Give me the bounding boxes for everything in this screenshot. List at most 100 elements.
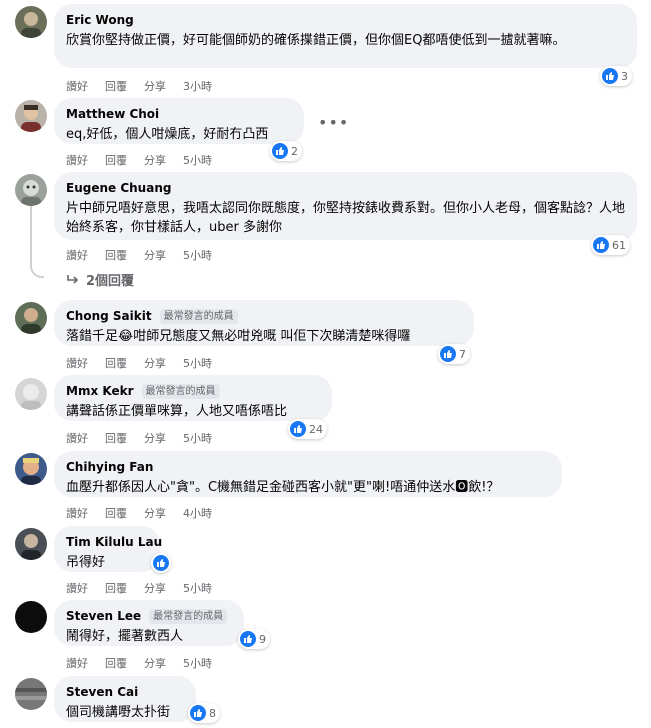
author-name[interactable]: Tim Kilulu Lau [66, 534, 162, 550]
author-name[interactable]: Matthew Choi [66, 106, 292, 122]
reaction-number: 24 [309, 422, 323, 436]
comment-text: 吊得好 [66, 555, 106, 570]
comment-actions: 讚好 回覆 分享 5小時 [66, 430, 212, 446]
reaction-number: 8 [209, 706, 216, 720]
comment-actions: 讚好 回覆 分享 5小時 [66, 247, 212, 263]
timestamp[interactable]: 5小時 [183, 655, 212, 671]
share-action[interactable]: 分享 [144, 430, 166, 446]
replies-label[interactable]: 2個回覆 [86, 270, 134, 289]
share-action[interactable]: 分享 [144, 152, 166, 168]
avatar[interactable] [15, 378, 47, 410]
timestamp[interactable]: 3小時 [183, 78, 212, 94]
comment-actions: 讚好 回覆 分享 3小時 [66, 78, 212, 94]
like-reaction-icon [440, 346, 456, 362]
comment-bubble: Tim Kilulu Lau 吊得好 [54, 526, 162, 572]
avatar[interactable] [15, 100, 47, 132]
reply-action[interactable]: 回覆 [105, 355, 127, 371]
reaction-count[interactable]: 8 [188, 703, 220, 723]
like-reaction-icon [190, 705, 206, 721]
reply-action[interactable]: 回覆 [105, 78, 127, 94]
reply-action[interactable]: 回覆 [105, 655, 127, 671]
reaction-count[interactable]: 61 [591, 235, 630, 255]
reply-action[interactable]: 回覆 [105, 505, 127, 521]
share-action[interactable]: 分享 [144, 78, 166, 94]
like-action[interactable]: 讚好 [66, 580, 88, 596]
reply-action[interactable]: 回覆 [105, 580, 127, 596]
reaction-number: 9 [259, 632, 266, 646]
reply-action[interactable]: 回覆 [105, 430, 127, 446]
timestamp[interactable]: 5小時 [183, 580, 212, 596]
top-contributor-badge: 最常發言的成員 [141, 384, 220, 399]
share-action[interactable]: 分享 [144, 580, 166, 596]
author-name[interactable]: Mmx Kekr 最常發言的成員 [66, 383, 320, 399]
avatar[interactable] [15, 453, 47, 485]
timestamp[interactable]: 5小時 [183, 355, 212, 371]
avatar[interactable] [15, 174, 47, 206]
author-name[interactable]: Chihying Fan [66, 459, 550, 475]
comment-text: eq,好低，個人咁燥底，好耐冇凸西 [66, 127, 269, 142]
reaction-count[interactable]: 7 [438, 344, 470, 364]
comment-bubble: Eric Wong 欣賞你堅持做正價，好可能個師奶的確係揲錯正價，但你個EQ都唔… [54, 4, 637, 68]
comment-text: 欣賞你堅持做正價，好可能個師奶的確係揲錯正價，但你個EQ都唔使低到一摣就著嘛。 [66, 33, 566, 48]
comment-text: 個司機講嘢太扑街 [66, 705, 171, 720]
top-contributor-badge: 最常發言的成員 [159, 309, 238, 324]
comment-bubble: Chihying Fan 血壓升都係因人心"貪"。C機無錯足金碰西客小就"更"喇… [54, 451, 562, 497]
reaction-number: 3 [621, 69, 628, 83]
comment-actions: 讚好 回覆 分享 5小時 [66, 580, 212, 596]
like-action[interactable]: 讚好 [66, 505, 88, 521]
like-action[interactable]: 讚好 [66, 655, 88, 671]
author-name[interactable]: Eugene Chuang [66, 180, 625, 196]
avatar[interactable] [15, 6, 47, 38]
comment-bubble: Matthew Choi eq,好低，個人咁燥底，好耐冇凸西 [54, 98, 304, 144]
reply-arrow-icon [67, 274, 79, 284]
timestamp[interactable]: 5小時 [183, 430, 212, 446]
author-name[interactable]: Eric Wong [66, 12, 625, 28]
reply-thread-line [30, 206, 44, 278]
reply-action[interactable]: 回覆 [105, 152, 127, 168]
reaction-count[interactable]: 24 [288, 419, 327, 439]
like-reaction-icon [593, 237, 609, 253]
reaction-number: 2 [291, 144, 298, 158]
comment-actions: 讚好 回覆 分享 5小時 [66, 152, 212, 168]
timestamp[interactable]: 4小時 [183, 505, 212, 521]
share-action[interactable]: 分享 [144, 505, 166, 521]
reaction-number: 7 [459, 347, 466, 361]
comment-bubble: Mmx Kekr 最常發言的成員 講聲話係正價單咪算，人地又唔係唔比 [54, 375, 332, 421]
reaction-number: 61 [612, 238, 626, 252]
author-name[interactable]: Chong Saikit 最常發言的成員 [66, 308, 462, 324]
reply-action[interactable]: 回覆 [105, 247, 127, 263]
author-name[interactable]: Steven Lee 最常發言的成員 [66, 608, 232, 624]
timestamp[interactable]: 5小時 [183, 247, 212, 263]
share-action[interactable]: 分享 [144, 247, 166, 263]
comment-bubble: Chong Saikit 最常發言的成員 落錯千足😂咁師兄態度又無必咁兇嘅 叫佢下… [54, 300, 474, 346]
timestamp[interactable]: 5小時 [183, 152, 212, 168]
comment-bubble: Steven Lee 最常發言的成員 鬧得好，擺著數西人 [54, 600, 244, 646]
avatar[interactable] [15, 601, 47, 633]
comment-bubble: Eugene Chuang 片中師兄唔好意思，我唔太認同你既態度，你堅持按錶收費… [54, 172, 637, 240]
top-contributor-badge: 最常發言的成員 [149, 609, 228, 624]
like-action[interactable]: 讚好 [66, 78, 88, 94]
like-reaction-icon [153, 555, 169, 571]
more-options-icon[interactable]: ••• [318, 113, 349, 132]
author-name[interactable]: Steven Cai [66, 684, 184, 700]
like-action[interactable]: 讚好 [66, 355, 88, 371]
reaction-count[interactable]: 2 [270, 141, 302, 161]
reaction-count[interactable]: 3 [600, 66, 632, 86]
like-action[interactable]: 讚好 [66, 430, 88, 446]
comment-text: 血壓升都係因人心"貪"。C機無錯足金碰西客小就"更"喇!唔通仲送水🅾飲!？ [66, 480, 500, 495]
like-action[interactable]: 讚好 [66, 247, 88, 263]
share-action[interactable]: 分享 [144, 655, 166, 671]
like-action[interactable]: 讚好 [66, 152, 88, 168]
comment-text: 落錯千足😂咁師兄態度又無必咁兇嘅 叫佢下次睇清楚咪得囉 [66, 329, 411, 344]
reaction-count[interactable]: 9 [238, 629, 270, 649]
avatar[interactable] [15, 302, 47, 334]
avatar[interactable] [15, 528, 47, 560]
view-replies-link[interactable]: 2個回覆 [66, 270, 134, 289]
comment-bubble: Steven Cai 個司機講嘢太扑街 [54, 676, 196, 722]
reaction-count[interactable] [151, 553, 171, 573]
avatar[interactable] [15, 678, 47, 710]
like-reaction-icon [290, 421, 306, 437]
share-action[interactable]: 分享 [144, 355, 166, 371]
comment-text: 鬧得好，擺著數西人 [66, 629, 184, 644]
like-reaction-icon [240, 631, 256, 647]
